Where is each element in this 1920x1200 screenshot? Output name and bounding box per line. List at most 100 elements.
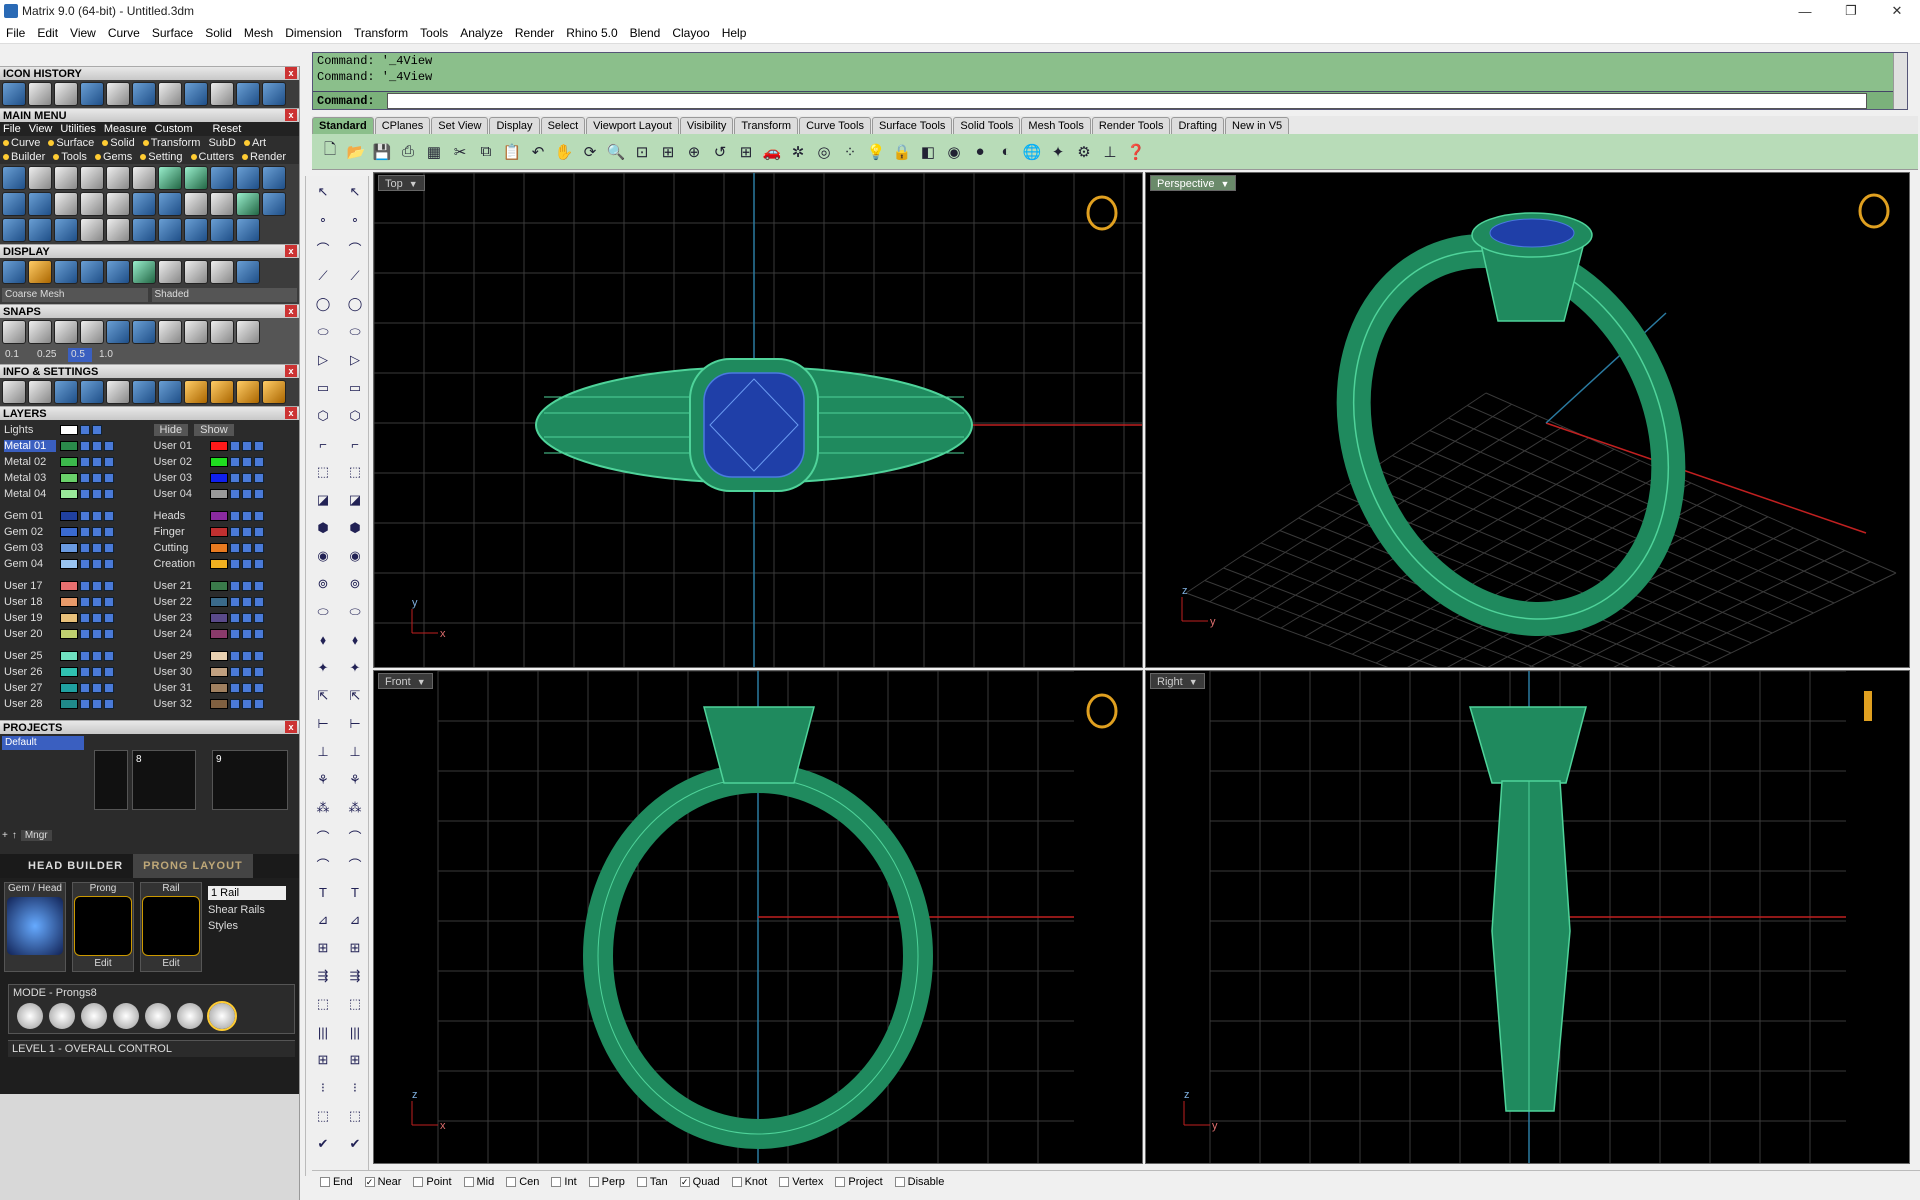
- mm-gems[interactable]: Gems: [94, 151, 132, 163]
- nodes-icon[interactable]: [158, 82, 182, 106]
- display-mode-select[interactable]: Shaded: [151, 288, 297, 302]
- layer-name[interactable]: User 21: [154, 580, 206, 592]
- osnap-quad[interactable]: ✓ Quad: [679, 1176, 720, 1188]
- print-icon[interactable]: [253, 543, 264, 553]
- lock-icon[interactable]: [229, 667, 240, 677]
- lock-icon[interactable]: [80, 473, 90, 483]
- bug-icon[interactable]: ✲: [786, 140, 810, 164]
- tool-icon[interactable]: ⊞: [342, 936, 368, 960]
- layer-color-swatch[interactable]: [60, 651, 78, 661]
- purple-sphere-icon[interactable]: [80, 260, 104, 284]
- mesh-density-select[interactable]: Coarse Mesh: [2, 288, 148, 302]
- print-icon[interactable]: [104, 543, 114, 553]
- layer-color-swatch[interactable]: [209, 543, 228, 553]
- checkbox-icon[interactable]: ✓: [364, 1176, 375, 1187]
- print-icon[interactable]: [253, 667, 264, 677]
- minimize-button[interactable]: —: [1782, 0, 1828, 22]
- viewport-canvas[interactable]: yx: [374, 173, 1142, 667]
- layer-name[interactable]: User 02: [154, 456, 206, 468]
- matrix-icon[interactable]: [2, 82, 26, 106]
- visible-icon[interactable]: [241, 667, 252, 677]
- tool-icon[interactable]: ▷: [310, 348, 336, 372]
- mm-setting[interactable]: Setting: [140, 151, 183, 163]
- shape-icon[interactable]: [80, 166, 104, 190]
- prong-icon[interactable]: [106, 166, 130, 190]
- print-icon[interactable]: [104, 527, 114, 537]
- mm-measure[interactable]: Measure: [104, 123, 147, 135]
- pencil-icon[interactable]: [132, 380, 156, 404]
- tool-icon[interactable]: ⁝: [310, 1076, 336, 1100]
- save-icon[interactable]: 💾: [370, 140, 394, 164]
- prong-card[interactable]: Prong Edit: [72, 882, 134, 972]
- lock-icon[interactable]: [229, 651, 240, 661]
- tool-icon[interactable]: ⌒: [342, 852, 368, 876]
- visible-icon[interactable]: [92, 597, 102, 607]
- tag-icon[interactable]: [184, 192, 208, 216]
- visible-icon[interactable]: [92, 441, 102, 451]
- layer-name[interactable]: User 27: [4, 682, 56, 694]
- print-icon[interactable]: [236, 380, 260, 404]
- rail-count-select[interactable]: 1 Rail: [208, 886, 286, 900]
- visible-icon[interactable]: [92, 457, 102, 467]
- osnap-end[interactable]: End: [320, 1176, 353, 1188]
- lock-icon[interactable]: [80, 441, 90, 451]
- folder-icon[interactable]: [184, 82, 208, 106]
- snap-grid-icon[interactable]: [106, 320, 130, 344]
- close-icon[interactable]: x: [285, 305, 297, 317]
- tab-display[interactable]: Display: [489, 117, 540, 134]
- visible-icon[interactable]: [92, 473, 102, 483]
- visible-icon[interactable]: [92, 527, 102, 537]
- checkbox-icon[interactable]: [413, 1176, 424, 1187]
- layer-color-swatch[interactable]: [209, 473, 228, 483]
- tool-icon[interactable]: ◯: [310, 292, 336, 316]
- head-builder-tab[interactable]: HEAD BUILDER: [0, 860, 133, 872]
- menu-solid[interactable]: Solid: [199, 26, 238, 40]
- layer-color-swatch[interactable]: [209, 457, 228, 467]
- lock-icon[interactable]: [80, 629, 90, 639]
- print-icon[interactable]: [104, 699, 114, 709]
- restore-button[interactable]: ❐: [1828, 0, 1874, 22]
- print-icon[interactable]: [253, 489, 264, 499]
- lock-icon[interactable]: [80, 651, 90, 661]
- prong-mode-icon[interactable]: [113, 1003, 139, 1029]
- viewport-top-label[interactable]: Top ▼: [378, 175, 425, 191]
- print-icon[interactable]: [253, 629, 264, 639]
- lock-icon[interactable]: [80, 489, 90, 499]
- help-icon[interactable]: ❓: [1124, 140, 1148, 164]
- menu-curve[interactable]: Curve: [102, 26, 146, 40]
- new-file-icon[interactable]: [54, 82, 78, 106]
- print-icon[interactable]: [104, 581, 114, 591]
- cutter-icon[interactable]: [80, 192, 104, 216]
- snap-quad-icon[interactable]: [132, 320, 156, 344]
- tab-select[interactable]: Select: [540, 117, 586, 134]
- viewport-right-label[interactable]: Right ▼: [1150, 673, 1205, 689]
- close-icon[interactable]: x: [285, 67, 297, 79]
- tool-icon[interactable]: ◪: [310, 488, 336, 512]
- print-icon[interactable]: [104, 441, 114, 451]
- visible-icon[interactable]: [241, 581, 252, 591]
- checkbox-icon[interactable]: [894, 1176, 905, 1187]
- tool-icon[interactable]: ⬚: [342, 460, 368, 484]
- prong-edit-button[interactable]: Edit: [73, 958, 133, 969]
- print-icon[interactable]: [104, 651, 114, 661]
- layer-name[interactable]: User 03: [154, 472, 206, 484]
- project-thumb-8[interactable]: 8: [132, 750, 196, 810]
- circle-icon[interactable]: [236, 218, 260, 242]
- tool-icon[interactable]: ⌐: [342, 432, 368, 456]
- tool-icon[interactable]: ⊞: [310, 936, 336, 960]
- weight-icon[interactable]: [184, 380, 208, 404]
- viewport-perspective-label[interactable]: Perspective ▼: [1150, 175, 1237, 191]
- checkbox-icon[interactable]: [551, 1176, 562, 1187]
- styles-button[interactable]: Styles: [208, 920, 286, 932]
- gem-icon[interactable]: [28, 166, 52, 190]
- checkbox-icon[interactable]: [779, 1176, 790, 1187]
- mm-render[interactable]: Render: [242, 151, 286, 163]
- points-icon[interactable]: ⁘: [838, 140, 862, 164]
- visible-icon[interactable]: [92, 543, 102, 553]
- close-icon[interactable]: x: [285, 365, 297, 377]
- layer-name[interactable]: User 22: [154, 596, 206, 608]
- new-icon[interactable]: 🗋: [318, 140, 342, 164]
- print-icon[interactable]: [253, 613, 264, 623]
- zoom-icon[interactable]: 🔍: [604, 140, 628, 164]
- dimension-icon[interactable]: ⊥: [1098, 140, 1122, 164]
